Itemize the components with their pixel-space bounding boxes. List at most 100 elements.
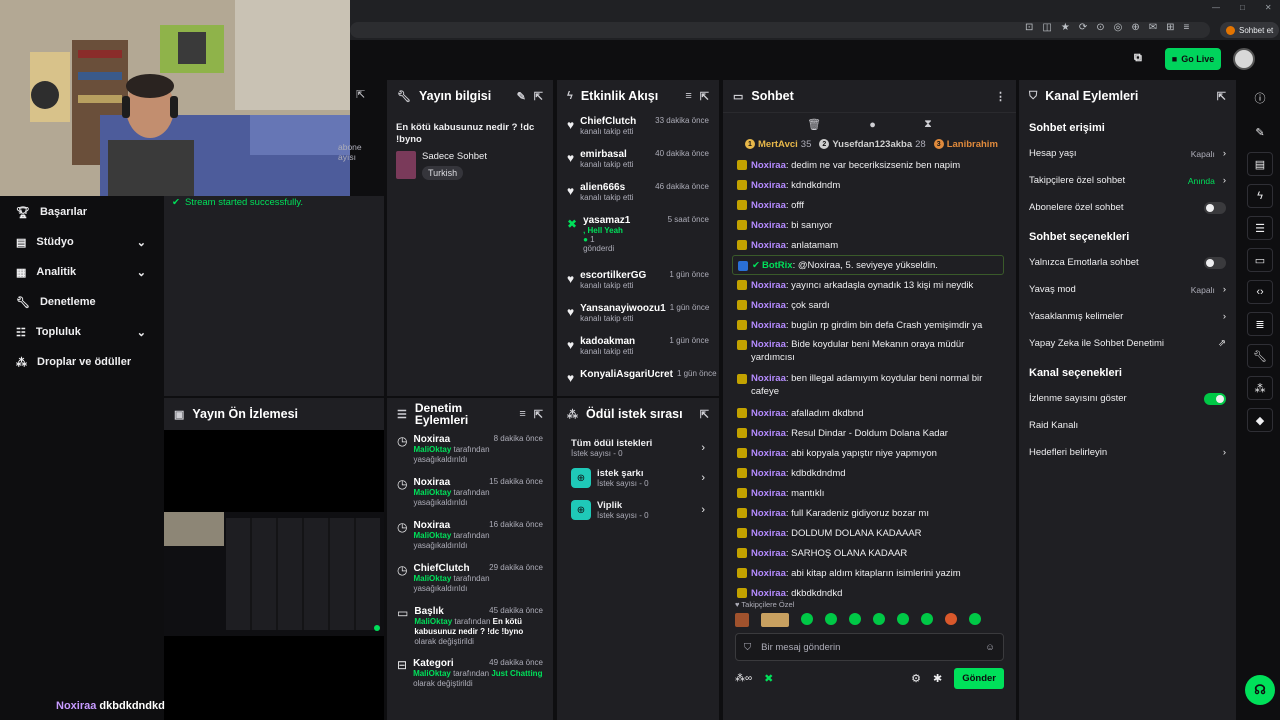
chat-username[interactable]: Noxiraa: [751, 468, 786, 479]
points-icon[interactable]: ⁂∞: [735, 673, 752, 684]
chat-message[interactable]: ✔ BotRix: @Noxiraa, 5. seviyeye yükseldin…: [732, 255, 1004, 275]
channel-action-row[interactable]: Hedefleri belirleyin ›: [1019, 439, 1236, 466]
edit-icon[interactable]: ✎: [1247, 120, 1273, 144]
filter-icon[interactable]: ≡: [685, 90, 691, 102]
chat-message[interactable]: Noxiraa: SARHOŞ OLANA KADAAR: [737, 543, 1004, 563]
toggle-switch[interactable]: [1204, 256, 1226, 269]
chat-icon[interactable]: ▭: [1247, 248, 1273, 272]
chat-username[interactable]: Noxiraa: [751, 339, 786, 350]
chat-username[interactable]: Noxiraa: [751, 240, 786, 251]
moderation-item[interactable]: ◷ Noxiraa 15 dakika önce MaliOktay tarafınd…: [387, 473, 553, 516]
bolt-icon[interactable]: ϟ: [1247, 184, 1273, 208]
preview-video[interactable]: [164, 512, 384, 636]
bubble-icon[interactable]: ●: [869, 119, 876, 131]
chat-username[interactable]: BotRix: [762, 260, 793, 271]
activity-item[interactable]: ♥ ChiefClutch 33 dakika önce kanalı takip e…: [557, 112, 719, 145]
chat-message[interactable]: Noxiraa: yayıncı arkadaşla oynadık 13 ki…: [737, 275, 1004, 295]
sidebar-item-3[interactable]: 🔧︎ Denetleme: [0, 287, 162, 317]
chat-message[interactable]: Noxiraa: dedim ne var beceriksizseniz be…: [737, 155, 1004, 175]
chat-message[interactable]: Noxiraa: mantıklı: [737, 483, 1004, 503]
more-icon[interactable]: ⋮: [995, 90, 1006, 103]
channel-action-row[interactable]: İzlenme sayısını göster: [1019, 385, 1236, 412]
hourglass-icon[interactable]: ⧗: [924, 118, 932, 131]
chat-username[interactable]: Noxiraa: [751, 448, 786, 459]
chat-username[interactable]: Noxiraa: [751, 568, 786, 579]
popout-icon[interactable]: ⇱: [356, 88, 365, 101]
filter-icon[interactable]: ≡: [519, 408, 525, 420]
gift-icon[interactable]: ⁂: [1247, 376, 1273, 400]
activity-item[interactable]: ♥ Yansanayiwoozu1 1 gün önce kanalı takip e…: [557, 299, 719, 332]
language-tag[interactable]: Turkish: [422, 166, 464, 180]
channel-action-row[interactable]: Takipçilere özel sohbet Anında ›: [1019, 167, 1236, 194]
chat-username[interactable]: Noxiraa: [751, 488, 786, 499]
moderation-item[interactable]: ⊟ Kategori 49 dakika önce MaliOktay tarafın…: [387, 654, 553, 698]
chat-username[interactable]: Noxiraa: [751, 320, 786, 331]
chat-message[interactable]: Noxiraa: çok sardı: [737, 295, 1004, 315]
chat-username[interactable]: Noxiraa: [751, 408, 786, 419]
settings-icon[interactable]: ⚙: [911, 672, 921, 685]
popout-icon[interactable]: ⇱: [1217, 90, 1226, 103]
chat-message[interactable]: Noxiraa: full Karadeniz gidiyoruz bozar …: [737, 503, 1004, 523]
activity-item[interactable]: ♥ emirbasal 40 dakika önce kanalı takip ett…: [557, 145, 719, 178]
emoji-icon[interactable]: ☺: [985, 642, 995, 653]
chat-message[interactable]: Noxiraa: afalladım dkdbnd: [737, 403, 1004, 423]
chat-input[interactable]: ⛉ Bir mesaj gönderin ☺: [735, 633, 1004, 661]
chat-message[interactable]: Noxiraa: offf: [737, 195, 1004, 215]
popout-icon[interactable]: ⇱: [700, 408, 709, 421]
popout-icon[interactable]: ⇱: [534, 408, 543, 421]
browser-extension-icons[interactable]: ⊡ ◫ ★ ⟳ ⊙ ◎ ⊕ ✉ ⊞ ≡: [1025, 22, 1189, 33]
chat-username[interactable]: Noxiraa: [751, 588, 786, 599]
diamond-icon[interactable]: ◆: [1247, 408, 1273, 432]
go-live-button[interactable]: ■ Go Live: [1165, 48, 1221, 70]
toggle-switch[interactable]: [1204, 392, 1226, 405]
dashboard-icon[interactable]: ▤: [1247, 152, 1273, 176]
chat-username[interactable]: Noxiraa: [751, 548, 786, 559]
emote-bar[interactable]: [723, 609, 1016, 627]
sidebar-item-0[interactable]: 🏆︎ Başarılar: [0, 197, 162, 227]
chat-message[interactable]: Noxiraa: Bide koydular beni Mekanın oray…: [737, 335, 1004, 369]
moderation-item[interactable]: ◷ ChiefClutch 29 dakika önce MaliOktay tara…: [387, 559, 553, 602]
studio-mode-icon[interactable]: ⧉: [1134, 52, 1142, 65]
chat-message[interactable]: Noxiraa: abi kitap aldım kitapların isim…: [737, 563, 1004, 583]
support-icon[interactable]: ☊: [1245, 675, 1275, 705]
chat-message[interactable]: Noxiraa: kdndkdndm: [737, 175, 1004, 195]
info-icon[interactable]: ⓘ: [1240, 80, 1280, 106]
sidebar-item-1[interactable]: ▤ Stüdyo ⌄: [0, 227, 162, 257]
browser-profile-chip[interactable]: Sohbet et: [1220, 22, 1280, 38]
channel-action-row[interactable]: Yasaklanmış kelimeler ›: [1019, 303, 1236, 330]
chat-message[interactable]: Noxiraa: bugün rp girdim bin defa Crash …: [737, 315, 1004, 335]
popout-icon[interactable]: ⇱: [534, 90, 543, 103]
chat-username[interactable]: Noxiraa: [751, 428, 786, 439]
leader-entry[interactable]: 2 Yusefdan123akba 28: [819, 139, 926, 150]
popout-icon[interactable]: ⇱: [700, 90, 709, 103]
layers-icon[interactable]: ≣: [1247, 312, 1273, 336]
all-rewards-row[interactable]: Tüm ödül istekleri İstek sayısı - 0 ›: [557, 430, 719, 462]
avatar[interactable]: [1233, 48, 1255, 70]
chat-message[interactable]: Noxiraa: ben illegal adamıyım koydular b…: [737, 369, 1004, 403]
trash-icon[interactable]: 🗑︎: [807, 118, 821, 131]
channel-action-row[interactable]: Abonelere özel sohbet: [1019, 194, 1236, 221]
reward-item[interactable]: ⊕ Viplik İstek sayısı - 0 ›: [557, 494, 719, 526]
chat-username[interactable]: Noxiraa: [751, 373, 786, 384]
toggle-switch[interactable]: [1204, 201, 1226, 214]
reward-item[interactable]: ⊕ istek şarkı İstek sayısı - 0 ›: [557, 462, 719, 494]
chat-message[interactable]: Noxiraa: DOLDUM DOLANA KADAAAR: [737, 523, 1004, 543]
activity-item[interactable]: ♥ KonyaliAsgariUcret 1 gün önce: [557, 365, 719, 396]
wrench-icon[interactable]: 🔧︎: [1247, 344, 1273, 368]
chat-username[interactable]: Noxiraa: [751, 180, 786, 191]
bot-icon[interactable]: ✱: [933, 672, 942, 685]
leader-entry[interactable]: 1 MertAvci 35: [745, 139, 811, 150]
window-controls[interactable]: — □ ✕: [1212, 3, 1272, 12]
code-icon[interactable]: ‹›: [1247, 280, 1273, 304]
sidebar-item-4[interactable]: ☷ Topluluk ⌄: [0, 317, 162, 347]
leader-entry[interactable]: 3 Lanibrahim: [933, 139, 1001, 150]
sidebar-item-5[interactable]: ⁂ Droplar ve ödüller: [0, 347, 162, 377]
list-icon[interactable]: ☰: [1247, 216, 1273, 240]
channel-action-row[interactable]: Raid Kanalı: [1019, 412, 1236, 439]
chat-username[interactable]: Noxiraa: [751, 200, 786, 211]
send-button[interactable]: Gönder: [954, 668, 1004, 689]
chat-message[interactable]: Noxiraa: dkbdkdndkd: [737, 583, 1004, 600]
chat-username[interactable]: Noxiraa: [751, 528, 786, 539]
chat-message[interactable]: Noxiraa: abi kopyala yapıştır niye yapmı…: [737, 443, 1004, 463]
chat-message[interactable]: Noxiraa: kdbdkdndmd: [737, 463, 1004, 483]
